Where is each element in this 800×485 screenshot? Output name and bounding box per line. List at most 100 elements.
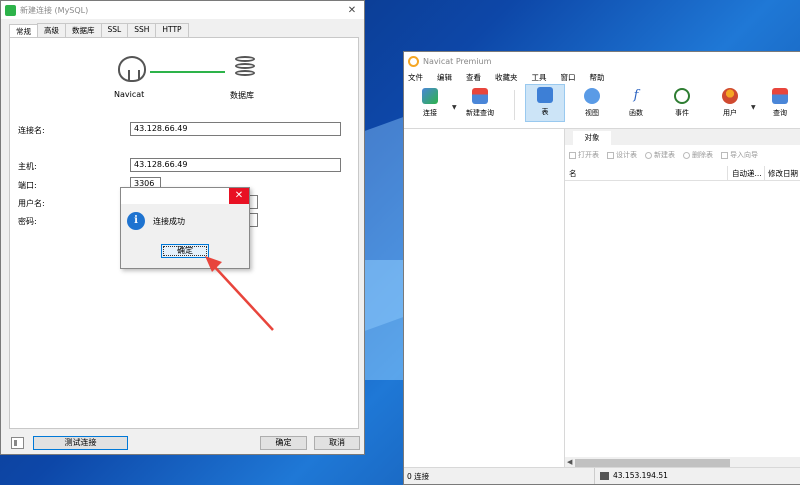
connection-tree-pane[interactable] — [404, 129, 565, 469]
host-label: 主机: — [18, 162, 37, 171]
toolbar-new-query[interactable]: 新建查询 — [460, 86, 500, 124]
column-header-auto-increment[interactable]: 自动递... — [732, 168, 762, 179]
toolbar-separator — [514, 90, 515, 120]
scrollbar-thumb[interactable] — [575, 459, 730, 467]
open-table-button[interactable]: 打开表 — [569, 150, 599, 160]
toolbar-connect-label: 连接 — [423, 109, 437, 117]
toolbar-event-label: 事件 — [675, 109, 689, 117]
view-icon — [584, 88, 600, 104]
menu-window[interactable]: 窗口 — [561, 72, 576, 83]
connection-line — [150, 71, 225, 73]
toolbar-user-label: 用户 — [723, 109, 737, 117]
password-label: 密码: — [18, 217, 37, 226]
menu-file[interactable]: 文件 — [408, 72, 423, 83]
navicat-titlebar: Navicat Premium — [404, 52, 800, 70]
import-wizard-button[interactable]: 导入向导 — [721, 150, 758, 160]
function-icon: f — [633, 88, 639, 103]
connect-icon — [422, 88, 438, 104]
delete-table-label: 删除表 — [692, 151, 713, 159]
tab-ssh[interactable]: SSH — [127, 23, 157, 37]
toolbar-function-label: 函数 — [629, 109, 643, 117]
desktop-light-beam — [365, 260, 405, 380]
tab-databases[interactable]: 数据库 — [65, 23, 102, 37]
navicat-icon — [118, 56, 146, 82]
column-divider[interactable] — [764, 166, 765, 180]
sidebar-toggle-icon[interactable] — [11, 437, 24, 449]
navicat-logo-icon — [5, 4, 16, 16]
database-label: 数据库 — [230, 91, 254, 100]
cancel-button[interactable]: 取消 — [314, 436, 360, 450]
toolbar-function[interactable]: f 函数 — [616, 86, 656, 124]
user-dropdown-icon[interactable]: ▼ — [751, 104, 756, 111]
message-ok-button[interactable]: 确定 — [161, 244, 209, 258]
toolbar-user[interactable]: 用户 — [710, 86, 750, 124]
connection-diagram: Navicat 数据库 — [110, 56, 270, 106]
navicat-app-icon — [408, 55, 419, 67]
design-table-button[interactable]: 设计表 — [607, 150, 637, 160]
new-table-label: 新建表 — [654, 151, 675, 159]
success-message-box: ✕ i 连接成功 确定 — [120, 187, 250, 269]
object-tabstrip: 对象 — [565, 129, 800, 145]
message-text: 连接成功 — [153, 217, 185, 226]
toolbar-view-label: 视图 — [585, 109, 599, 117]
user-icon — [722, 88, 738, 104]
import-wizard-icon — [721, 151, 728, 159]
database-icon — [235, 56, 255, 82]
toolbar-event[interactable]: 事件 — [662, 86, 702, 124]
scroll-left-icon[interactable]: ◀ — [567, 458, 572, 466]
dialog-close-button[interactable]: ✕ — [340, 5, 364, 16]
query-icon — [772, 88, 788, 104]
menu-edit[interactable]: 编辑 — [437, 72, 452, 83]
column-header-name[interactable]: 名 — [569, 168, 577, 179]
navicat-label: Navicat — [114, 90, 145, 99]
message-titlebar: ✕ — [121, 188, 249, 204]
open-table-label: 打开表 — [578, 151, 599, 159]
status-host: 43.153.194.51 — [600, 471, 668, 480]
open-table-icon — [569, 151, 576, 159]
server-icon — [600, 471, 609, 480]
tab-general[interactable]: 常规 — [9, 24, 38, 38]
navicat-title: Navicat Premium — [423, 56, 492, 66]
toolbar-view[interactable]: 视图 — [572, 86, 612, 124]
menu-view[interactable]: 查看 — [466, 72, 481, 83]
import-wizard-label: 导入向导 — [730, 151, 758, 159]
toolbar-connect[interactable]: 连接 — [410, 86, 450, 124]
menu-bar: 文件 编辑 查看 收藏夹 工具 窗口 帮助 — [404, 70, 800, 84]
dialog-tabs: 常规 高级 数据库 SSL SSH HTTP — [1, 19, 364, 38]
menu-tools[interactable]: 工具 — [532, 72, 547, 83]
tab-ssl[interactable]: SSL — [100, 23, 129, 37]
conn-name-field[interactable]: 43.128.66.49 — [130, 122, 341, 136]
test-connection-button[interactable]: 测试连接 — [33, 436, 128, 450]
status-bar: 0 连接 43.153.194.51 — [404, 467, 800, 484]
main-toolbar: 连接 ▼ 新建查询 表 视图 f 函数 事件 用户 ▼ 查询 — [404, 84, 800, 129]
dialog-title: 新建连接 (MySQL) — [20, 5, 89, 15]
menu-favorites[interactable]: 收藏夹 — [495, 72, 518, 83]
toolbar-table-label: 表 — [541, 108, 549, 116]
object-toolbar: 打开表 设计表 新建表 删除表 导入向导 — [565, 148, 800, 162]
port-label: 端口: — [18, 181, 37, 190]
tab-advanced[interactable]: 高级 — [37, 23, 66, 37]
status-host-text: 43.153.194.51 — [613, 471, 668, 480]
menu-help[interactable]: 帮助 — [590, 72, 605, 83]
info-icon: i — [127, 212, 145, 230]
host-field[interactable]: 43.128.66.49 — [130, 158, 341, 172]
dialog-titlebar: 新建连接 (MySQL) ✕ — [1, 1, 364, 19]
ok-button[interactable]: 确定 — [260, 436, 307, 450]
toolbar-query[interactable]: 查询 — [760, 86, 800, 124]
toolbar-table[interactable]: 表 — [525, 84, 565, 122]
message-close-button[interactable]: ✕ — [229, 188, 249, 204]
tab-http[interactable]: HTTP — [155, 23, 189, 37]
delete-table-button[interactable]: 删除表 — [683, 150, 713, 160]
column-header-modified-date[interactable]: 修改日期 — [768, 168, 798, 179]
connect-dropdown-icon[interactable]: ▼ — [452, 104, 457, 111]
object-list-header: 名 自动递... 修改日期 — [565, 166, 800, 181]
conn-name-label: 连接名: — [18, 126, 45, 135]
connection-count: 0 连接 — [407, 472, 430, 481]
table-icon — [537, 87, 553, 103]
delete-table-icon — [683, 151, 690, 159]
new-table-button[interactable]: 新建表 — [645, 150, 675, 160]
username-label: 用户名: — [18, 199, 45, 208]
toolbar-new-query-label: 新建查询 — [466, 109, 494, 117]
tab-objects[interactable]: 对象 — [573, 131, 611, 145]
column-divider[interactable] — [727, 166, 728, 180]
